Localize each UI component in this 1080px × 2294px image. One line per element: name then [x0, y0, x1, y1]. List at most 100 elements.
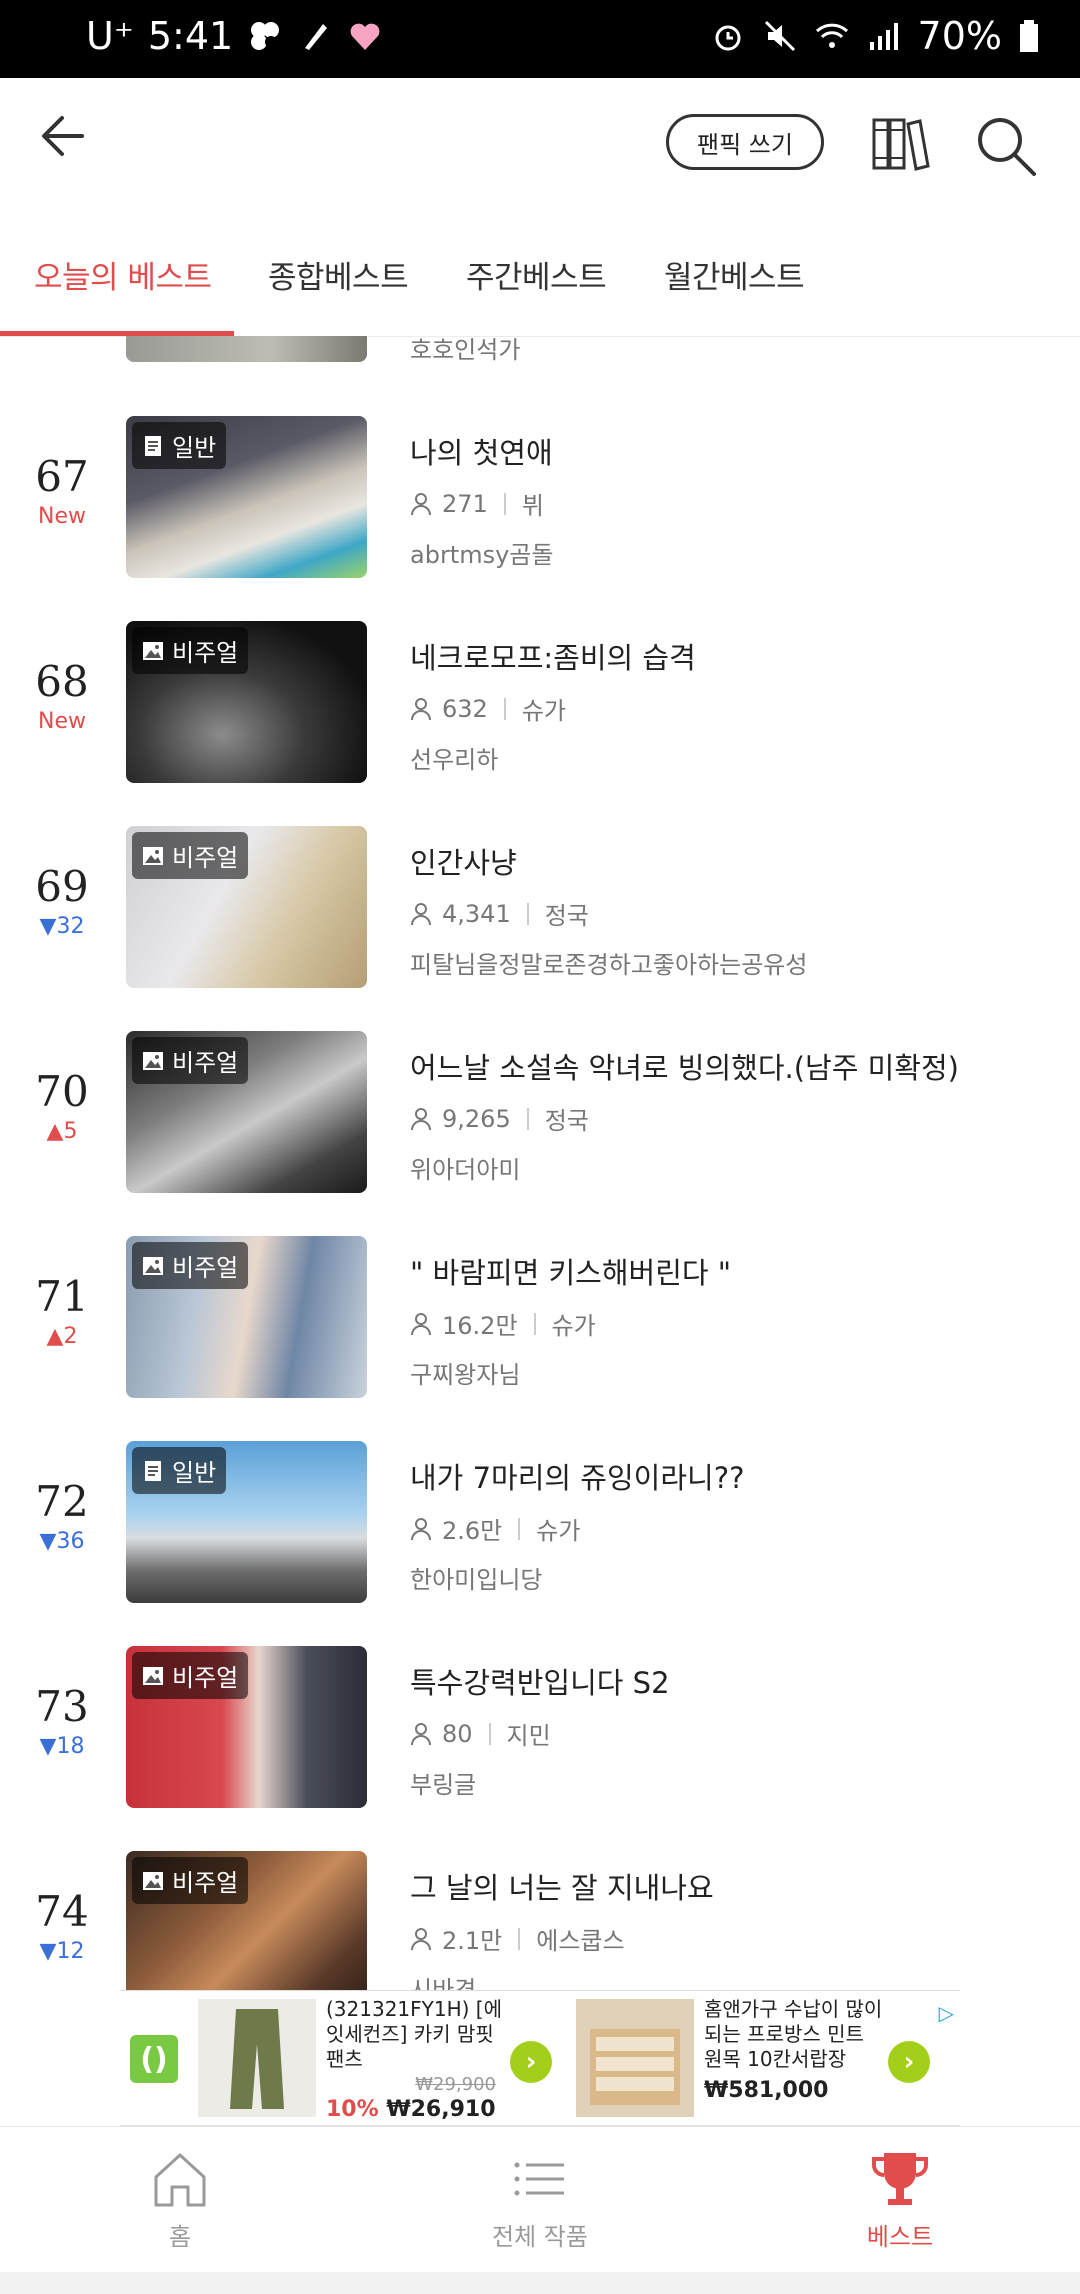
member-tag: 슈가 — [521, 697, 566, 725]
nav-all-works[interactable]: 전체 작품 — [430, 2147, 650, 2252]
tab-today-best[interactable]: 오늘의 베스트 — [34, 252, 212, 297]
genre-badge: 비주얼 — [132, 832, 249, 879]
rank-change: ▲5 — [46, 1119, 78, 1144]
ad-network-logo: () — [130, 2035, 178, 2083]
badge-label: 비주얼 — [172, 639, 239, 667]
battery-icon — [1020, 20, 1038, 52]
partial-thumbnail[interactable] — [126, 336, 367, 362]
list-item[interactable]: 71 ▲2 비주얼 " 바람피면 키스해버린다 " 16.2만 슈가 구찌왕자님 — [0, 1236, 1080, 1441]
view-count: 271 — [442, 489, 488, 518]
view-count: 80 — [442, 1719, 473, 1748]
genre-badge: 비주얼 — [132, 1652, 249, 1699]
thumbnail[interactable]: 비주얼 — [126, 1031, 367, 1193]
item-info: 인간사냥 4,341 정국 피탈님을정말로존경하고좋아하는공유성 — [410, 840, 807, 980]
library-icon[interactable] — [868, 112, 932, 176]
status-bar: U⁺ 5:41 70% — [0, 0, 1080, 78]
list-item[interactable]: 73 ▼18 비주얼 특수강력반입니다 S2 80 지민 부링글 — [0, 1646, 1080, 1851]
genre-badge: 비주얼 — [132, 1242, 249, 1289]
write-fanfic-button[interactable]: 팬픽 쓰기 — [666, 114, 824, 170]
rank: 69 ▼32 — [0, 862, 124, 942]
tab-monthly-best[interactable]: 월간베스트 — [664, 252, 805, 297]
list-item[interactable]: 74 ▼12 비주얼 그 날의 너는 잘 지내나요 2.1만 에스쿱스 시바견 — [0, 1851, 1080, 1990]
rank: 70 ▲5 — [0, 1067, 124, 1147]
item-title: 네크로모프:좀비의 습격 — [410, 641, 696, 675]
thumbnail[interactable]: 일반 — [126, 1441, 367, 1603]
list-icon — [514, 2162, 564, 2196]
item-meta: 4,341 정국 — [410, 896, 807, 931]
rank-change: New — [38, 709, 86, 734]
badge-label: 일반 — [172, 1459, 217, 1487]
ad-product-image-1[interactable] — [198, 1999, 316, 2117]
document-icon — [145, 1460, 161, 1481]
rank-number: 68 — [35, 657, 89, 706]
person-icon — [411, 1722, 431, 1745]
ad-go-button-2[interactable]: › — [888, 2041, 930, 2083]
image-icon — [143, 1666, 163, 1685]
item-info: 그 날의 너는 잘 지내나요 2.1만 에스쿱스 시바견 — [410, 1865, 714, 1990]
item-meta: 2.6만 슈가 — [410, 1511, 744, 1546]
person-icon — [411, 1312, 431, 1335]
rank-change: New — [38, 504, 86, 529]
thumbnail[interactable]: 비주얼 — [126, 1646, 367, 1808]
person-icon — [411, 697, 431, 720]
rank-change: ▼18 — [39, 1734, 85, 1759]
member-tag: 뷔 — [521, 492, 544, 520]
thumbnail[interactable]: 비주얼 — [126, 1236, 367, 1398]
item-title: 인간사냥 — [410, 846, 517, 880]
person-icon — [411, 902, 431, 925]
ad-product-image-2[interactable] — [576, 1999, 694, 2117]
badge-label: 비주얼 — [172, 1869, 239, 1897]
image-icon — [143, 1871, 163, 1890]
meta-divider — [526, 902, 529, 925]
app-header: 팬픽 쓰기 — [0, 78, 1080, 208]
time-label: 5:41 — [147, 14, 234, 58]
view-count: 2.1만 — [442, 1927, 503, 1955]
system-gesture-bar — [0, 2272, 1080, 2294]
badge-label: 비주얼 — [172, 1254, 239, 1282]
rank-change: ▼32 — [39, 914, 85, 939]
trophy-icon — [872, 2153, 928, 2205]
thumbnail[interactable]: 비주얼 — [126, 621, 367, 783]
ad-choices-icon[interactable]: ▷ — [939, 2001, 954, 2025]
home-icon — [154, 2153, 206, 2207]
item-info: " 바람피면 키스해버린다 " 16.2만 슈가 구찌왕자님 — [410, 1250, 731, 1390]
nav-best[interactable]: 베스트 — [790, 2147, 1010, 2252]
list-item[interactable]: 72 ▼36 일반 내가 7마리의 쥬잉이라니?? 2.6만 슈가 한아미입니당 — [0, 1441, 1080, 1646]
list-item[interactable]: 69 ▼32 비주얼 인간사냥 4,341 정국 피탈님을정말로존경하고좋아하는… — [0, 826, 1080, 1031]
item-title: " 바람피면 키스해버린다 " — [410, 1256, 732, 1290]
list-item[interactable]: 67 New 일반 나의 첫연애 271 뷔 abrtmsy곰돌 — [0, 416, 1080, 621]
genre-badge: 일반 — [132, 422, 227, 469]
nav-home[interactable]: 홈 — [70, 2147, 290, 2252]
item-title: 나의 첫연애 — [410, 436, 553, 470]
item-meta: 9,265 정국 — [410, 1101, 959, 1136]
item-author: 위아더아미 — [410, 1156, 521, 1184]
list-item[interactable]: 68 New 비주얼 네크로모프:좀비의 습격 632 슈가 선우리하 — [0, 621, 1080, 826]
rank: 72 ▼36 — [0, 1477, 124, 1557]
thumbnail[interactable]: 비주얼 — [126, 826, 367, 988]
battery-label: 70% — [917, 14, 1002, 58]
best-tabs: 오늘의 베스트 종합베스트 주간베스트 월간베스트 — [0, 208, 1080, 337]
thumbnail[interactable]: 비주얼 — [126, 1851, 367, 1990]
item-title: 특수강력반입니다 S2 — [410, 1666, 670, 1700]
item-author: 시바견 — [410, 1976, 477, 1990]
thumbnail[interactable]: 일반 — [126, 416, 367, 578]
heart-notification-icon — [350, 23, 380, 50]
signal-icon — [869, 23, 898, 50]
list-item[interactable]: 70 ▲5 비주얼 어느날 소설속 악녀로 빙의했다.(남주 미확정) 9,26… — [0, 1031, 1080, 1236]
ad-product-info-2[interactable]: 홈앤가구 수납이 많이 되는 프로방스 민트 원목 10칸서랍장 ₩581,00… — [704, 1997, 884, 2103]
ad-banner[interactable]: () (321321FY1H) [에잇세컨즈] 카키 맘핏 팬츠 ₩29,900… — [120, 1990, 960, 2126]
bottom-navigation: 홈 전체 작품 베스트 — [0, 2126, 1080, 2273]
tab-overall-best[interactable]: 종합베스트 — [268, 252, 409, 297]
ad-product-info-1[interactable]: (321321FY1H) [에잇세컨즈] 카키 맘핏 팬츠 ₩29,900 10… — [326, 1997, 506, 2122]
mute-icon — [764, 20, 795, 52]
search-icon[interactable] — [972, 112, 1038, 178]
ad-go-button-1[interactable]: › — [510, 2041, 552, 2083]
back-arrow-icon[interactable] — [34, 106, 94, 166]
rank: 73 ▼18 — [0, 1682, 124, 1762]
genre-badge: 비주얼 — [132, 1037, 249, 1084]
rank-change: ▼36 — [39, 1529, 85, 1554]
tab-weekly-best[interactable]: 주간베스트 — [466, 252, 607, 297]
item-title: 내가 7마리의 쥬잉이라니?? — [410, 1461, 745, 1495]
person-icon — [411, 1107, 431, 1130]
document-icon — [145, 435, 161, 456]
